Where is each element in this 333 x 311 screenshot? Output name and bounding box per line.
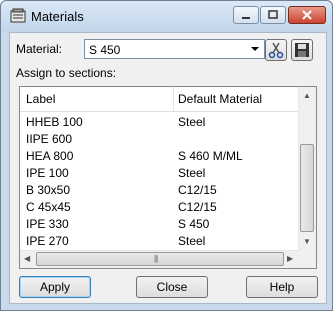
list-item[interactable]: HEA 800 S 460 M/ML (20, 148, 300, 165)
row-material: Steel (178, 234, 206, 248)
scroll-down-icon[interactable]: ▼ (303, 237, 311, 246)
vertical-scrollbar[interactable]: ▲ ▼ (298, 87, 316, 251)
minimize-icon (242, 17, 250, 19)
apply-button[interactable]: Apply (19, 276, 91, 298)
row-label: IPE 270 (26, 234, 69, 248)
row-material: Steel (178, 166, 206, 180)
row-label: HHEB 100 (26, 115, 83, 129)
list-header: Label Default Material (20, 87, 300, 112)
scroll-right-icon[interactable]: ▶ (287, 254, 293, 263)
row-material: C12/15 (178, 200, 217, 214)
close-icon (302, 10, 312, 20)
row-material: S 460 M/ML (178, 149, 243, 163)
save-material-button[interactable] (291, 39, 313, 61)
material-label: Material: (16, 42, 63, 56)
edit-material-button[interactable] (265, 39, 287, 61)
title-bar[interactable]: Materials (1, 1, 332, 31)
maximize-icon (268, 10, 278, 19)
sections-list[interactable]: Label Default Material HHEB 100 Steel II… (19, 86, 317, 269)
horizontal-scrollbar[interactable]: ◀ ||| ▶ (20, 250, 299, 268)
scroll-up-icon[interactable]: ▲ (303, 91, 311, 100)
column-header-label[interactable]: Label (26, 92, 55, 106)
help-button[interactable]: Help (246, 276, 318, 298)
row-label: C 45x45 (26, 200, 71, 214)
list-item[interactable]: IPE 330 S 450 (20, 216, 300, 233)
list-item[interactable]: B 30x50 C12/15 (20, 182, 300, 199)
save-disk-icon (295, 43, 309, 57)
row-material: Steel (178, 115, 206, 129)
row-label: HEA 800 (26, 149, 74, 163)
materials-icon (10, 8, 26, 23)
column-header-material[interactable]: Default Material (178, 92, 262, 106)
row-label: IPE 330 (26, 217, 69, 231)
scroll-left-icon[interactable]: ◀ (24, 254, 30, 263)
close-button[interactable]: Close (136, 276, 208, 298)
dialog-body: Material: S 450 Assign to sections: Labe… (9, 32, 327, 304)
material-dropdown[interactable]: S 450 (84, 39, 265, 59)
list-item[interactable]: IPE 270 Steel (20, 233, 300, 250)
chevron-down-icon (251, 47, 259, 51)
materials-window: Materials Material: S 450 Assign to sect… (0, 0, 333, 311)
scroll-corner (299, 251, 316, 268)
window-close-button[interactable] (288, 6, 326, 24)
window-title: Materials (31, 9, 84, 24)
horizontal-scroll-thumb[interactable]: ||| (36, 252, 284, 266)
column-separator[interactable] (173, 87, 174, 111)
material-value: S 450 (89, 43, 121, 57)
list-item[interactable]: IIPE 600 (20, 131, 300, 148)
maximize-button[interactable] (260, 6, 286, 24)
row-label: IIPE 600 (26, 132, 73, 146)
grip-icon: ||| (154, 254, 158, 263)
row-material: C12/15 (178, 183, 217, 197)
list-item[interactable]: HHEB 100 Steel (20, 114, 300, 131)
row-material: S 450 (178, 217, 210, 231)
list-item[interactable]: C 45x45 C12/15 (20, 199, 300, 216)
scissors-icon (268, 42, 284, 59)
row-label: IPE 100 (26, 166, 69, 180)
list-item[interactable]: IPE 100 Steel (20, 165, 300, 182)
minimize-button[interactable] (233, 6, 259, 24)
row-label: B 30x50 (26, 183, 71, 197)
vertical-scroll-thumb[interactable] (300, 144, 314, 232)
assign-sections-label: Assign to sections: (16, 66, 117, 80)
